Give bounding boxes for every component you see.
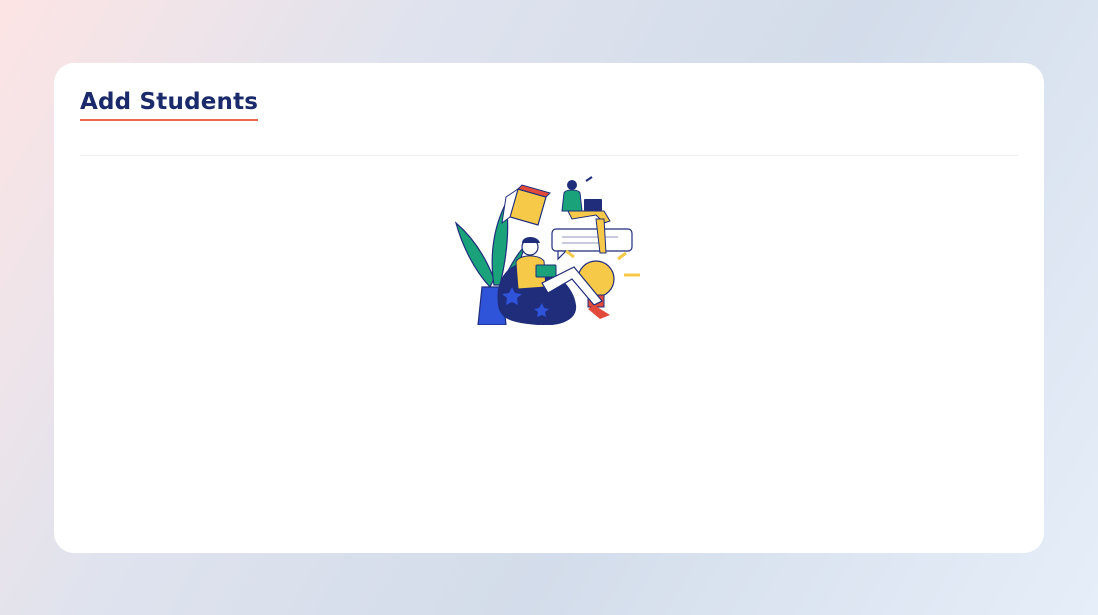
chat-bubble-icon [551,228,633,261]
header-divider [80,155,1018,156]
book-icon [501,184,551,226]
add-students-card: Add Students [54,63,1044,553]
page-title: Add Students [80,87,259,121]
students-studying-illustration [454,176,640,325]
